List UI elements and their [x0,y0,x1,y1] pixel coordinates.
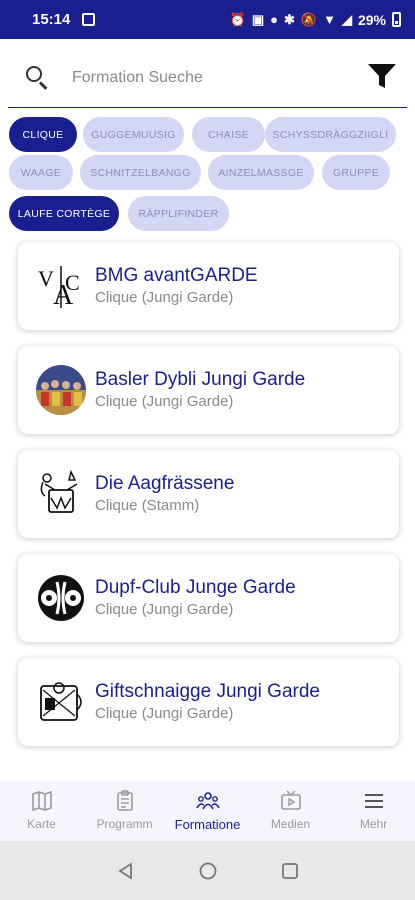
alarm-icon: ⏰ [229,12,246,27]
vac-logo-icon: V A C [38,266,80,311]
signal-icon: ◢ [341,12,352,27]
drum-logo-icon [40,682,82,721]
status-time: 15:14 [32,11,71,28]
wifi-icon: ▼ [323,12,336,27]
chip-schnitzelbangg[interactable]: SCHNITZELBANGG [80,155,201,190]
svg-text:V: V [38,266,54,291]
formation-name: Giftschnaigge Jungi Garde [95,681,320,702]
people-icon [195,792,220,810]
nav-programm[interactable]: Programm [83,781,166,841]
formation-name: Dupf-Club Junge Garde [95,577,296,598]
location-icon: ● [270,12,278,27]
formation-name: Basler Dybli Jungi Garde [95,369,306,390]
drummer-logo-icon [40,469,78,513]
list-item[interactable]: V A C BMG avantGARDE Clique (Jungi Garde… [18,242,399,330]
group-photo-icon [36,365,86,415]
chip-gruppe[interactable]: GRUPPE [322,155,390,190]
nav-mehr[interactable]: Mehr [332,781,415,841]
chip-schyssdraeggziigli[interactable]: SCHYSSDRÄGGZIIGLI [265,117,396,152]
tv-icon [280,790,301,810]
bottom-nav: Karte Programm Formatione Medien Mehr [0,781,415,841]
list-item[interactable]: Basler Dybli Jungi Garde Clique (Jungi G… [18,346,399,434]
search-icon[interactable] [16,56,60,100]
dots-logo-icon [38,575,84,621]
nav-formatione[interactable]: Formatione [166,781,249,841]
formation-type: Clique (Jungi Garde) [95,289,234,306]
chip-waage[interactable]: WAAGE [9,155,73,190]
chip-chaise[interactable]: CHAISE [192,117,265,152]
chip-guggemuusig[interactable]: GUGGEMUUSIG [83,117,184,152]
filter-icon[interactable] [367,61,397,91]
status-icons: ⏰ ▣ ● ✱ 🔕 ▼ ◢ 29% [230,12,401,28]
home-icon[interactable] [198,861,218,881]
recents-icon[interactable] [280,861,300,881]
formation-name: BMG avantGARDE [95,265,258,286]
nav-karte[interactable]: Karte [0,781,83,841]
map-icon [31,790,52,812]
battery-percent: 29% [357,11,386,28]
clipboard-icon [116,790,133,811]
back-icon[interactable] [116,861,136,881]
search-input[interactable] [72,68,362,87]
nfc-icon: ▣ [251,12,265,27]
formation-name: Die Aagfrässene [95,473,235,494]
chip-ainzelmassge[interactable]: AINZELMASSGE [208,155,314,190]
chip-raepplifinder[interactable]: RÄPPLIFINDER [128,196,229,231]
formation-type: Clique (Jungi Garde) [95,393,234,410]
nav-medien[interactable]: Medien [249,781,332,841]
mute-icon: 🔕 [300,12,318,27]
svg-text:C: C [65,270,80,295]
chip-laufe-cortege[interactable]: LAUFE CORTÈGE [9,196,119,231]
formation-type: Clique (Jungi Garde) [95,705,234,722]
image-notification-icon [82,13,96,26]
list-item[interactable]: Giftschnaigge Jungi Garde Clique (Jungi … [18,658,399,746]
list-item[interactable]: Dupf-Club Junge Garde Clique (Jungi Gard… [18,554,399,642]
search-bar [8,48,407,108]
vibrate-icon: ✱ [284,12,295,27]
formation-type: Clique (Stamm) [95,497,200,514]
menu-icon [364,794,383,808]
chip-clique[interactable]: CLIQUE [9,117,77,152]
battery-icon [392,12,401,27]
system-nav [0,841,415,900]
list-item[interactable]: Die Aagfrässene Clique (Stamm) [18,450,399,538]
formation-type: Clique (Jungi Garde) [95,601,234,618]
status-bar: 15:14 ⏰ ▣ ● ✱ 🔕 ▼ ◢ 29% [0,0,415,39]
